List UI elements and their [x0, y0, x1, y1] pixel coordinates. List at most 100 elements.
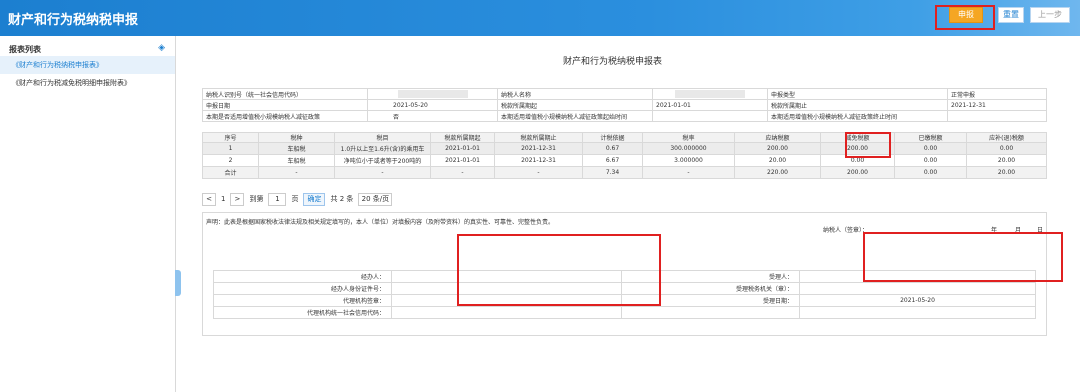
column-header: 序号 [202, 132, 259, 143]
total-count: 共 2 条 [330, 195, 354, 203]
table-cell: - [334, 166, 431, 179]
column-header: 税款所属期止 [494, 132, 583, 143]
table-cell: 200.00 [820, 166, 895, 179]
table-cell: - [258, 166, 335, 179]
taxpayer-name-value [652, 88, 768, 100]
receiver-org-field[interactable] [799, 282, 1036, 295]
table-cell: 车船税 [258, 142, 335, 155]
page-input[interactable]: 1 [268, 192, 287, 206]
sidebar-header: 报表列表 ◈ [0, 36, 175, 56]
confirm-page-button[interactable]: 确定 [303, 192, 326, 206]
agency-label: 代理机构签章： [213, 294, 392, 307]
table-cell: 2021-01-01 [430, 142, 495, 155]
column-header: 计税依据 [582, 132, 643, 143]
taxpayer-info-table: 纳税人识别号（统一社会信用代码） 纳税人名称 申报类型 正常申报 申报日期 20… [202, 88, 1047, 122]
total-row: 合计 - - - - 7.34 - 220.00 200.00 0.00 20.… [202, 166, 1047, 179]
page-size-select[interactable]: 20 条/页 [358, 192, 393, 206]
column-header: 税种 [258, 132, 335, 143]
column-header: 税目 [334, 132, 431, 143]
table-cell: 净吨位小于或者等于200吨的 [334, 154, 431, 167]
declare-type-value: 正常申报 [947, 88, 1047, 100]
column-header: 应补(退)税额 [966, 132, 1047, 143]
declare-type-label: 申报类型 [767, 88, 948, 100]
table-cell: 车船税 [258, 154, 335, 167]
table-cell: 0.00 [894, 166, 967, 179]
table-cell: 200.00 [734, 142, 821, 155]
agency-code-label: 代理机构统一社会信用代码： [213, 306, 392, 319]
taxpayer-id-label: 纳税人识别号（统一社会信用代码） [202, 88, 368, 100]
form-title: 财产和行为税纳税申报表 [562, 57, 662, 67]
period-start-label: 税款所属期起 [497, 99, 653, 111]
table-cell: 1.0升以上至1.6升(含)的乘用车 [334, 142, 431, 155]
prev-page-button[interactable]: < [202, 192, 216, 206]
policy-start-value [652, 110, 768, 122]
table-cell: 0.00 [894, 142, 967, 155]
table-row: 1 车船税 1.0升以上至1.6升(含)的乘用车 2021-01-01 2021… [202, 142, 1047, 155]
tax-detail-table: 序号 税种 税目 税款所属期起 税款所属期止 计税依据 税率 应纳税额 减免税额… [202, 132, 1047, 179]
table-cell: 合计 [202, 166, 259, 179]
previous-step-button[interactable]: 上一步 [1030, 7, 1070, 23]
handler-id-label: 经办人身份证件号： [213, 282, 392, 295]
table-cell: 0.67 [582, 142, 643, 155]
table-cell: 20.00 [734, 154, 821, 167]
sidebar-item-main-form[interactable]: 《财产和行为税纳税申报表》 [0, 56, 175, 74]
handler-label: 经办人： [213, 270, 392, 283]
table-cell: 2021-12-31 [494, 154, 583, 167]
table-cell: - [494, 166, 583, 179]
table-cell: 3.000000 [642, 154, 735, 167]
column-header: 应纳税额 [734, 132, 821, 143]
column-header: 税款所属期起 [430, 132, 495, 143]
taxpayer-sign-label: 纳税人（签章）： [823, 227, 869, 234]
receive-date-value: 2021-05-20 [799, 294, 1036, 307]
empty-cell [799, 306, 1036, 319]
pagination: < 1 > 到第 1 页 确定 共 2 条 20 条/页 [202, 191, 393, 207]
declare-date-label: 申报日期 [202, 99, 368, 111]
period-end-label: 税款所属期止 [767, 99, 948, 111]
policy-end-label: 本期适用增值税小规模纳税人减征政策终止时间 [767, 110, 948, 122]
table-cell: 7.34 [582, 166, 643, 179]
taxpayer-id-value [367, 88, 498, 100]
table-cell: 2021-01-01 [430, 154, 495, 167]
agency-code-field[interactable] [391, 306, 622, 319]
declaration-text: 声明：此表是根据国家税收法律法规及相关规定填写的，本人（单位）对填报内容（及附带… [206, 219, 555, 226]
small-policy-label: 本期是否适用增值税小规模纳税人减征政策 [202, 110, 368, 122]
table-cell: 220.00 [734, 166, 821, 179]
table-cell: 2 [202, 154, 259, 167]
highlight-submit [935, 5, 995, 30]
reset-button[interactable]: 重置 [998, 7, 1024, 23]
table-cell: - [642, 166, 735, 179]
highlight-agent-fields [457, 234, 661, 306]
next-page-button[interactable]: > [230, 192, 245, 206]
layers-icon[interactable]: ◈ [158, 43, 165, 53]
declare-date-value: 2021-05-20 [367, 99, 498, 111]
taxpayer-name-label: 纳税人名称 [497, 88, 653, 100]
highlight-reduction-amount [845, 132, 891, 158]
policy-end-value [947, 110, 1047, 122]
table-cell: 1 [202, 142, 259, 155]
sidebar-title: 报表列表 [9, 45, 41, 54]
table-cell: 300.000000 [642, 142, 735, 155]
page-unit: 页 [291, 195, 299, 203]
table-cell: - [430, 166, 495, 179]
goto-label: 到第 [249, 195, 264, 203]
table-cell: 20.00 [966, 166, 1047, 179]
period-end-value: 2021-12-31 [947, 99, 1047, 111]
table-cell: 20.00 [966, 154, 1047, 167]
table-cell: 0.00 [894, 154, 967, 167]
period-start-value: 2021-01-01 [652, 99, 768, 111]
highlight-receiver-fields [863, 232, 1063, 282]
app-title: 财产和行为税纳税申报 [8, 13, 139, 28]
policy-start-label: 本期适用增值税小规模纳税人减征政策起始时间 [497, 110, 653, 122]
column-header: 已缴税额 [894, 132, 967, 143]
sidebar-item-reduction-form[interactable]: 《财产和行为税减免税明细申报附表》 [0, 74, 175, 92]
column-header: 税率 [642, 132, 735, 143]
empty-cell [621, 306, 800, 319]
table-header-row: 序号 税种 税目 税款所属期起 税款所属期止 计税依据 税率 应纳税额 减免税额… [202, 132, 1047, 143]
table-row: 2 车船税 净吨位小于或者等于200吨的 2021-01-01 2021-12-… [202, 154, 1047, 167]
sidebar-collapse-handle[interactable] [175, 270, 181, 296]
sidebar: 报表列表 ◈ 《财产和行为税纳税申报表》 《财产和行为税减免税明细申报附表》 [0, 36, 176, 392]
table-cell: 2021-12-31 [494, 142, 583, 155]
top-header: 财产和行为税纳税申报 申报 重置 上一步 [0, 0, 1080, 36]
small-policy-value: 否 [367, 110, 498, 122]
current-page: 1 [221, 195, 226, 203]
